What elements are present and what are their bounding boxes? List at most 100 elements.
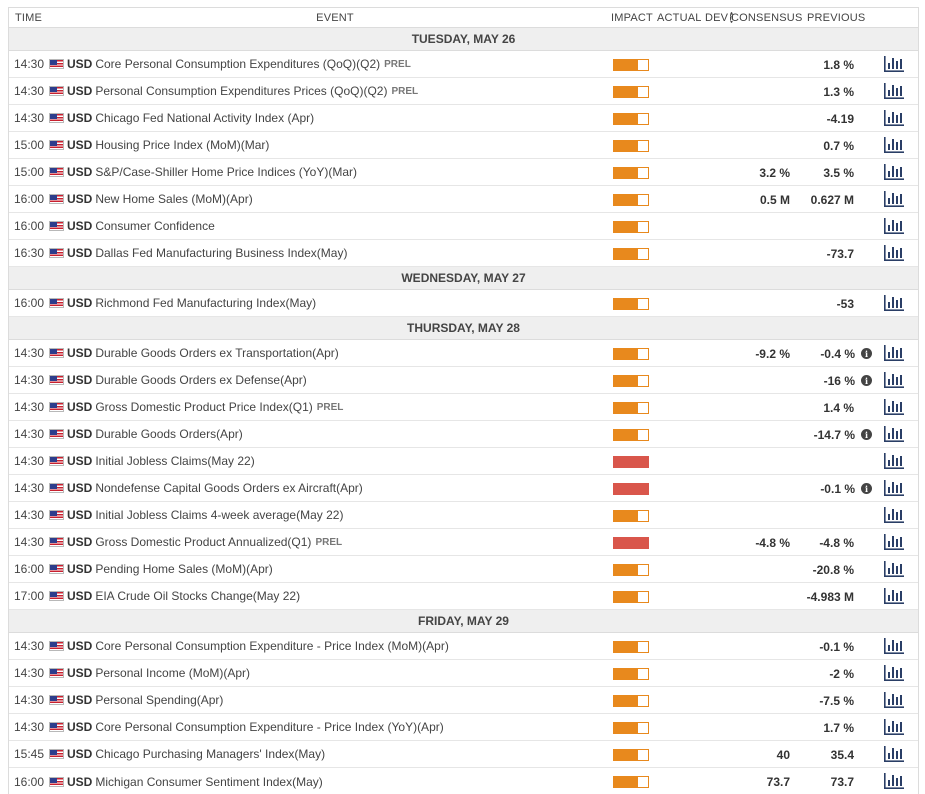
event-row[interactable]: 14:30 USD Chicago Fed National Activity In…: [9, 105, 918, 132]
bar-chart-icon[interactable]: [883, 506, 905, 524]
event-row[interactable]: 16:00 USD Pending Home Sales (MoM)(Apr) -20…: [9, 556, 918, 583]
bar-chart-icon[interactable]: [883, 217, 905, 235]
event-time: 16:00: [14, 219, 45, 233]
event-name[interactable]: Personal Consumption Expenditures Prices…: [95, 84, 387, 98]
event-name[interactable]: S&P/Case-Shiller Home Price Indices (YoY…: [95, 165, 357, 179]
us-flag-icon: [49, 429, 64, 439]
event-currency: USD: [67, 246, 93, 260]
event-row[interactable]: 16:00 USD Richmond Fed Manufacturing Index…: [9, 290, 918, 317]
previous-value: 1.7 %: [823, 720, 854, 735]
bar-chart-icon[interactable]: [883, 344, 905, 362]
event-row[interactable]: 15:45 USD Chicago Purchasing Managers' Ind…: [9, 741, 918, 768]
event-time: 14:30: [14, 508, 45, 522]
event-row[interactable]: 14:30 USD Initial Jobless Claims(May 22): [9, 448, 918, 475]
bar-chart-icon[interactable]: [883, 560, 905, 578]
impact-indicator: [613, 695, 649, 707]
event-row[interactable]: 14:30 USD Initial Jobless Claims 4-week av…: [9, 502, 918, 529]
bar-chart-icon[interactable]: [883, 425, 905, 443]
event-row[interactable]: 14:30 USD Durable Goods Orders ex Transpor…: [9, 340, 918, 367]
bar-chart-icon[interactable]: [883, 398, 905, 416]
event-name[interactable]: Michigan Consumer Sentiment Index(May): [95, 775, 322, 789]
event-currency: USD: [67, 346, 93, 360]
us-flag-icon: [49, 537, 64, 547]
bar-chart-icon[interactable]: [883, 691, 905, 709]
event-row[interactable]: 14:30 USD Core Personal Consumption Expend…: [9, 714, 918, 741]
event-name[interactable]: Core Personal Consumption Expenditure - …: [95, 720, 443, 734]
event-row[interactable]: 16:00 USD Consumer Confidence: [9, 213, 918, 240]
event-row[interactable]: 14:30 USD Gross Domestic Product Price Ind…: [9, 394, 918, 421]
bar-chart-icon[interactable]: [883, 718, 905, 736]
bar-chart-icon[interactable]: [883, 533, 905, 551]
event-name[interactable]: Consumer Confidence: [95, 219, 214, 233]
event-name[interactable]: Core Personal Consumption Expenditure - …: [95, 639, 448, 653]
consensus-value: -4.8 %: [755, 535, 790, 550]
event-name[interactable]: Housing Price Index (MoM)(Mar): [95, 138, 269, 152]
info-icon[interactable]: i: [861, 375, 872, 386]
bar-chart-icon[interactable]: [883, 82, 905, 100]
us-flag-icon: [49, 348, 64, 358]
event-row[interactable]: 14:30 USD Core Personal Consumption Expend…: [9, 633, 918, 660]
event-currency: USD: [67, 57, 93, 71]
event-row[interactable]: 16:00 USD Michigan Consumer Sentiment Inde…: [9, 768, 918, 794]
event-row[interactable]: 14:30 USD Gross Domestic Product Annualize…: [9, 529, 918, 556]
event-name[interactable]: Richmond Fed Manufacturing Index(May): [95, 296, 316, 310]
event-currency: USD: [67, 192, 93, 206]
event-row[interactable]: 16:30 USD Dallas Fed Manufacturing Busines…: [9, 240, 918, 267]
event-row[interactable]: 14:30 USD Personal Spending(Apr) -7.5 %: [9, 687, 918, 714]
bar-chart-icon[interactable]: [883, 190, 905, 208]
bar-chart-icon[interactable]: [883, 109, 905, 127]
bar-chart-icon[interactable]: [883, 163, 905, 181]
event-row[interactable]: 15:00 USD Housing Price Index (MoM)(Mar) 0.…: [9, 132, 918, 159]
event-name[interactable]: Durable Goods Orders ex Defense(Apr): [95, 373, 306, 387]
event-row[interactable]: 17:00 USD EIA Crude Oil Stocks Change(May …: [9, 583, 918, 610]
bar-chart-icon[interactable]: [883, 637, 905, 655]
event-name[interactable]: Personal Spending(Apr): [95, 693, 223, 707]
day-header: WEDNESDAY, MAY 27: [9, 267, 918, 290]
event-row[interactable]: 16:00 USD New Home Sales (MoM)(Apr) 0.5 M 0.…: [9, 186, 918, 213]
bar-chart-icon[interactable]: [883, 55, 905, 73]
bar-chart-icon[interactable]: [883, 745, 905, 763]
event-name[interactable]: Chicago Fed National Activity Index (Apr…: [95, 111, 314, 125]
event-name[interactable]: Personal Income (MoM)(Apr): [95, 666, 250, 680]
event-name[interactable]: Chicago Purchasing Managers' Index(May): [95, 747, 325, 761]
event-name[interactable]: Gross Domestic Product Annualized(Q1): [95, 535, 311, 549]
bar-chart-icon[interactable]: [883, 452, 905, 470]
impact-fill: [614, 141, 638, 151]
previous-value: 35.4: [830, 747, 854, 762]
bar-chart-icon[interactable]: [883, 136, 905, 154]
event-name[interactable]: Dallas Fed Manufacturing Business Index(…: [95, 246, 347, 260]
bar-chart-icon[interactable]: [883, 479, 905, 497]
bar-chart-icon[interactable]: [883, 664, 905, 682]
bar-chart-icon[interactable]: [883, 244, 905, 262]
bar-chart-icon[interactable]: [883, 371, 905, 389]
event-name[interactable]: Gross Domestic Product Price Index(Q1): [95, 400, 312, 414]
event-time: 14:30: [14, 346, 45, 360]
event-row[interactable]: 14:30 USD Durable Goods Orders ex Defense(…: [9, 367, 918, 394]
event-row[interactable]: 14:30 USD Personal Consumption Expenditure…: [9, 78, 918, 105]
info-icon[interactable]: i: [861, 348, 872, 359]
event-name[interactable]: Durable Goods Orders ex Transportation(A…: [95, 346, 338, 360]
event-name[interactable]: Durable Goods Orders(Apr): [95, 427, 242, 441]
event-row[interactable]: 14:30 USD Durable Goods Orders(Apr) -14.7 %…: [9, 421, 918, 448]
event-name[interactable]: Initial Jobless Claims(May 22): [95, 454, 254, 468]
event-name[interactable]: Initial Jobless Claims 4-week average(Ma…: [95, 508, 343, 522]
event-time: 14:30: [14, 693, 45, 707]
info-icon[interactable]: i: [861, 483, 872, 494]
bar-chart-icon[interactable]: [883, 587, 905, 605]
event-name[interactable]: Pending Home Sales (MoM)(Apr): [95, 562, 272, 576]
us-flag-icon: [49, 776, 64, 787]
event-name[interactable]: Core Personal Consumption Expenditures (…: [95, 57, 380, 71]
header-consensus: CONSENSUS: [731, 11, 803, 24]
previous-value: -14.7 % i: [814, 421, 872, 448]
event-row[interactable]: 14:30 USD Nondefense Capital Goods Orders …: [9, 475, 918, 502]
event-row[interactable]: 15:00 USD S&P/Case-Shiller Home Price Indi…: [9, 159, 918, 186]
event-row[interactable]: 14:30 USD Personal Income (MoM)(Apr) -2 %: [9, 660, 918, 687]
info-icon[interactable]: i: [861, 429, 872, 440]
event-name[interactable]: New Home Sales (MoM)(Apr): [95, 192, 252, 206]
event-name[interactable]: Nondefense Capital Goods Orders ex Aircr…: [95, 481, 362, 495]
bar-chart-icon[interactable]: [883, 772, 905, 790]
event-row[interactable]: 14:30 USD Core Personal Consumption Expend…: [9, 51, 918, 78]
event-name[interactable]: EIA Crude Oil Stocks Change(May 22): [95, 589, 300, 603]
event-time: 14:30: [14, 373, 45, 387]
bar-chart-icon[interactable]: [883, 294, 905, 312]
